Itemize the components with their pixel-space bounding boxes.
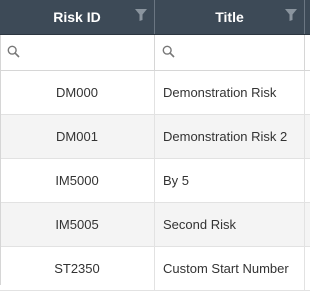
- filter-icon[interactable]: [284, 8, 298, 22]
- risk-id-cell: IM5000: [0, 159, 155, 202]
- column-header-label: Title: [215, 9, 244, 25]
- table-row[interactable]: DM001 Demonstration Risk 2: [0, 115, 310, 159]
- title-cell: Demonstration Risk: [155, 71, 305, 114]
- filter-icon[interactable]: [134, 8, 148, 22]
- overflow-cell: [305, 115, 310, 158]
- risk-grid: Risk ID Title DM000 Demonstration Risk D…: [0, 0, 310, 291]
- overflow-cell: [305, 71, 310, 114]
- table-row[interactable]: IM5005 Second Risk: [0, 203, 310, 247]
- overflow-cell: [305, 247, 310, 290]
- grid-header: Risk ID Title: [0, 0, 310, 35]
- filter-cell-risk-id: [0, 35, 155, 70]
- table-row[interactable]: ST2350 Custom Start Number: [0, 247, 310, 291]
- overflow-cell: [305, 203, 310, 246]
- risk-id-cell: IM5005: [0, 203, 155, 246]
- risk-id-cell: ST2350: [0, 247, 155, 290]
- overflow-cell: [305, 159, 310, 202]
- table-row[interactable]: DM000 Demonstration Risk: [0, 71, 310, 115]
- title-cell: Demonstration Risk 2: [155, 115, 305, 158]
- grid-left-border: [0, 35, 1, 285]
- title-cell: By 5: [155, 159, 305, 202]
- column-header-overflow: [305, 0, 310, 34]
- title-cell: Custom Start Number: [155, 247, 305, 290]
- filter-cell-title: [155, 35, 305, 70]
- column-header-title[interactable]: Title: [155, 0, 305, 34]
- risk-id-cell: DM001: [0, 115, 155, 158]
- filter-row: [0, 35, 310, 71]
- risk-id-cell: DM000: [0, 71, 155, 114]
- filter-cell-overflow: [305, 35, 310, 70]
- column-header-risk-id[interactable]: Risk ID: [0, 0, 155, 34]
- column-header-label: Risk ID: [53, 9, 101, 25]
- title-cell: Second Risk: [155, 203, 305, 246]
- table-row[interactable]: IM5000 By 5: [0, 159, 310, 203]
- title-filter-input[interactable]: [155, 35, 304, 70]
- risk-id-filter-input[interactable]: [0, 35, 154, 70]
